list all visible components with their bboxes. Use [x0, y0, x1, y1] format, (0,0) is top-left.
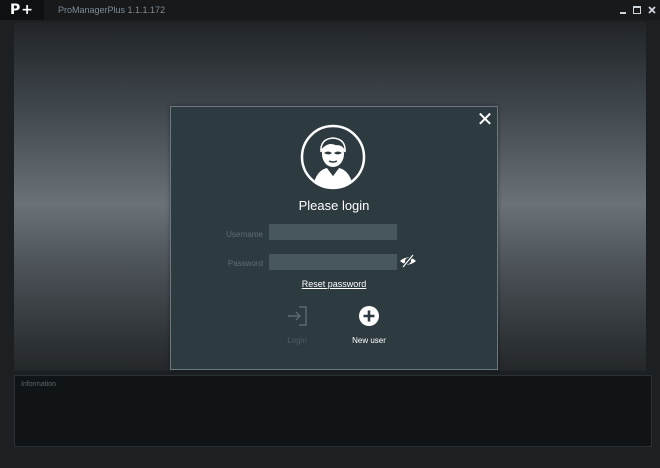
plus-circle-icon [358, 305, 380, 327]
login-arrow-icon [286, 305, 308, 327]
close-icon[interactable] [643, 0, 660, 20]
title-bar: P+ ProManagerPlus 1.1.1.172 [0, 0, 660, 20]
new-user-button-label: New user [352, 336, 386, 345]
app-title: ProManagerPlus 1.1.1.172 [58, 5, 166, 15]
information-panel: Information [14, 375, 652, 447]
login-title: Please login [298, 198, 370, 213]
username-input[interactable] [269, 224, 397, 240]
eye-slash-icon[interactable] [399, 253, 417, 269]
reset-password-link[interactable]: Reset password [271, 279, 397, 289]
information-label: Information [21, 381, 57, 388]
password-label: Password [227, 259, 263, 268]
username-label: Username [226, 230, 263, 239]
new-user-button[interactable]: New user [339, 303, 399, 349]
user-avatar-icon [300, 124, 366, 190]
dialog-close-icon[interactable]: ✕ [475, 107, 495, 131]
login-button-label: Login [287, 336, 307, 345]
login-dialog: ✕ Please login Username Password Reset p… [170, 106, 498, 370]
password-input[interactable] [269, 254, 397, 270]
app-logo: P+ [0, 0, 44, 20]
login-button[interactable]: Login [267, 303, 327, 349]
